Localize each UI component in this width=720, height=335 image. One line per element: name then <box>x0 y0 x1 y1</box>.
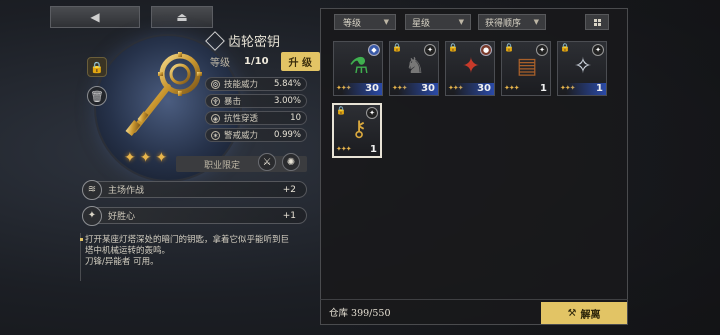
inventory-slot-selected[interactable]: 🔒 ✦ ⚷ ✦✦✦ 1 <box>332 103 382 158</box>
lock-icon: 🔒 <box>448 43 458 52</box>
book-icon: ▤ <box>516 54 538 79</box>
home-button[interactable]: ⏏ <box>151 6 213 28</box>
lock-icon: 🔒 <box>560 43 570 52</box>
stat-name: 暴击 <box>224 97 242 107</box>
diamond-icon <box>205 30 225 51</box>
slot-count: 30 <box>454 83 494 95</box>
scepter-icon: ✦ <box>461 54 481 79</box>
shield-icon: ◈ <box>211 113 220 123</box>
star-icon: ✶ <box>211 130 220 140</box>
level-row: 等级 1/10 升 级 <box>210 52 321 71</box>
stat-row: ◈ 抗性穿透 10 <box>205 111 307 125</box>
grid-view-button[interactable] <box>585 14 609 30</box>
trophy-icon: ♆ <box>211 96 220 106</box>
inventory-slot[interactable]: 🔒 ✦ ♞ ✦✦✦ 30 <box>389 41 439 96</box>
job-icons: ⚔ ✺ <box>258 153 300 171</box>
inventory-slot[interactable]: 🔒 ● ✦ ✦✦✦ 30 <box>445 41 495 96</box>
stat-value: 0.99% <box>273 130 301 140</box>
slot-stars: ✦✦✦ <box>504 84 520 92</box>
chevron-down-icon: ▼ <box>383 18 389 26</box>
psyker-class-icon[interactable]: ✺ <box>282 153 300 171</box>
skill-name: 主场作战 <box>108 186 145 196</box>
gear-key-art <box>125 52 202 136</box>
lock-icon: 🔒 <box>336 106 346 115</box>
footer-divider <box>320 299 628 300</box>
stat-name: 警戒威力 <box>224 131 259 141</box>
grid-icon <box>593 18 601 26</box>
lock-toggle-button[interactable]: 🔒 <box>87 57 107 77</box>
home-field-skill-icon: ≋ <box>82 179 102 200</box>
blade-class-icon[interactable]: ⚔ <box>258 153 276 171</box>
star-filter-dropdown[interactable]: 星级 ▼ <box>405 14 471 30</box>
chevron-down-icon: ▼ <box>458 18 464 26</box>
star-icon: ✦ <box>155 150 168 166</box>
item-title: 齿轮密钥 <box>228 35 281 50</box>
job-label: 职业限定 <box>204 160 241 171</box>
home-icon: ⏏ <box>176 10 188 24</box>
skill-value: +1 <box>282 210 296 221</box>
gear-icon: ⚙ <box>211 79 220 89</box>
description-marker <box>80 238 83 241</box>
trash-button[interactable]: 🗑 <box>87 86 107 106</box>
stat-row: ✶ 警戒威力 0.99% <box>205 128 307 142</box>
skill-name: 好胜心 <box>108 212 136 222</box>
dismantle-button[interactable]: ⚒ 解离 <box>541 302 627 324</box>
dismantle-icon: ⚒ <box>567 307 577 319</box>
stat-name: 技能威力 <box>224 80 259 90</box>
green-potion-icon: ⚗ <box>349 54 369 79</box>
skill-value: +2 <box>282 184 296 195</box>
rarity-stars: ✦ ✦ ✦ <box>124 150 167 166</box>
level-filter-dropdown[interactable]: 等级 ▼ <box>334 14 396 30</box>
inventory-slot[interactable]: ◆ ⚗ ✦✦✦ 30 <box>333 41 383 96</box>
stat-row: ⚙ 技能威力 5.84% <box>205 77 307 91</box>
inventory-slot[interactable]: 🔒 ✦ ▤ ✦✦✦ 1 <box>501 41 551 96</box>
gear-key-icon: ⚷ <box>350 117 368 142</box>
lock-icon: 🔒 <box>90 60 104 74</box>
slot-stars: ✦✦✦ <box>336 145 352 153</box>
back-icon: ◀ <box>90 10 100 24</box>
skill-row[interactable]: ✦ 好胜心 +1 <box>82 205 307 226</box>
trash-icon: 🗑 <box>90 89 104 103</box>
chevron-down-icon: ▼ <box>533 18 539 26</box>
lock-icon: 🔒 <box>504 43 514 52</box>
filter-label: 等级 <box>343 18 362 29</box>
level-value: 1/10 <box>244 56 269 67</box>
inventory-slot[interactable]: 🔒 ✦ ✧ ✦✦✦ 1 <box>557 41 607 96</box>
upgrade-button[interactable]: 升 级 <box>280 52 321 71</box>
competitive-skill-icon: ✦ <box>82 205 102 226</box>
stat-value: 3.00% <box>273 96 301 106</box>
slot-count: 1 <box>370 144 377 155</box>
slot-count: 1 <box>566 83 606 95</box>
stat-name: 抗性穿透 <box>224 114 259 124</box>
filter-label: 获得顺序 <box>485 18 522 29</box>
silver-key-icon: ✧ <box>573 54 593 79</box>
item-title-row: 齿轮密钥 <box>205 30 281 51</box>
stat-value: 5.84% <box>273 79 301 89</box>
slot-count: 30 <box>342 83 382 95</box>
stat-row: ♆ 暴击 3.00% <box>205 94 307 108</box>
item-description: 打开某座灯塔深处的暗门的钥匙，拿着它似乎能听到巨 塔中机械运转的轰鸣。 刀锋/异… <box>85 235 313 268</box>
filter-label: 星级 <box>412 18 431 29</box>
lock-icon: 🔒 <box>392 43 402 52</box>
cat-icon: ♞ <box>405 54 425 79</box>
level-label: 等级 <box>210 58 230 69</box>
skill-row[interactable]: ≋ 主场作战 +2 <box>82 179 307 200</box>
stats-list: ⚙ 技能威力 5.84% ♆ 暴击 3.00% ◈ 抗性穿透 10 ✶ 警戒威力… <box>205 77 307 145</box>
slot-count: 30 <box>398 83 438 95</box>
order-filter-dropdown[interactable]: 获得顺序 ▼ <box>478 14 546 30</box>
back-button[interactable]: ◀ <box>50 6 140 28</box>
description-line: 刀锋/异能者 可用。 <box>85 257 159 267</box>
stat-value: 10 <box>290 113 301 123</box>
star-icon: ✦ <box>124 150 136 166</box>
storage-count: 仓库 399/550 <box>329 308 391 319</box>
description-line: 打开某座灯塔深处的暗门的钥匙，拿着它似乎能听到巨 <box>85 235 290 245</box>
description-line: 塔中机械运转的轰鸣。 <box>85 246 171 256</box>
slot-count: 1 <box>540 83 547 94</box>
dismantle-label: 解离 <box>580 309 601 321</box>
star-icon: ✦ <box>139 150 152 166</box>
